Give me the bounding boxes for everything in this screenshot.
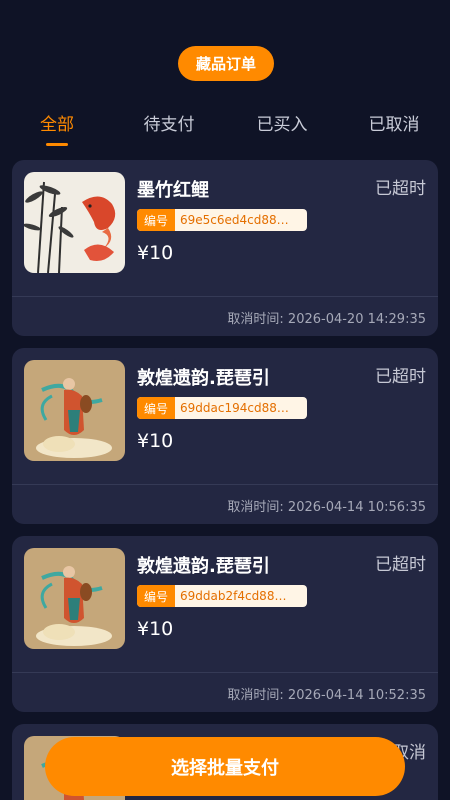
orders-page: 藏品订单 全部 待支付 已买入 已取消 墨竹红鲤 已超时 编号 69e5c6ed… (0, 0, 450, 800)
code-label: 编号 (137, 209, 175, 231)
code-value: 69e5c6ed4cd88… (180, 213, 289, 227)
order-title: 墨竹红鲤 (137, 180, 209, 201)
order-status: 已超时 (375, 555, 426, 575)
code-value: 69ddab2f4cd88… (180, 589, 287, 603)
order-code-tag: 编号 69e5c6ed4cd88… (137, 209, 307, 231)
tab-all[interactable]: 全部 (38, 108, 76, 136)
koi-bamboo-painting-icon (24, 172, 125, 273)
tab-purchased[interactable]: 已买入 (254, 108, 310, 136)
order-price: ¥10 (137, 618, 174, 640)
dunhuang-flying-apsara-icon (24, 548, 125, 649)
order-status: 已超时 (375, 367, 426, 387)
active-tab-underline (46, 143, 68, 146)
order-title: 敦煌遗韵.琵琶引 (137, 556, 270, 577)
order-status: 已超时 (375, 179, 426, 199)
cancel-time: 取消时间: 2026-04-14 10:56:35 (227, 500, 426, 515)
dunhuang-flying-apsara-icon (24, 360, 125, 461)
tab-cancelled[interactable]: 已取消 (366, 108, 422, 136)
code-label: 编号 (137, 397, 175, 419)
card-divider (12, 296, 438, 297)
page-title: 藏品订单 (178, 46, 274, 81)
tab-pending-payment[interactable]: 待支付 (141, 108, 197, 136)
batch-pay-button[interactable]: 选择批量支付 (45, 737, 405, 796)
cancel-time: 取消时间: 2026-04-20 14:29:35 (227, 312, 426, 327)
code-label: 编号 (137, 585, 175, 607)
code-value: 69ddac194cd88… (180, 401, 289, 415)
cancel-time: 取消时间: 2026-04-14 10:52:35 (227, 688, 426, 703)
card-divider (12, 484, 438, 485)
card-divider (12, 672, 438, 673)
order-code-tag: 编号 69ddab2f4cd88… (137, 585, 307, 607)
order-card[interactable]: 墨竹红鲤 已超时 编号 69e5c6ed4cd88… ¥10 取消时间: 202… (12, 160, 438, 336)
order-code-tag: 编号 69ddac194cd88… (137, 397, 307, 419)
order-title: 敦煌遗韵.琵琶引 (137, 368, 270, 389)
order-price: ¥10 (137, 242, 174, 264)
order-card[interactable]: 敦煌遗韵.琵琶引 已超时 编号 69ddac194cd88… ¥10 取消时间:… (12, 348, 438, 524)
tab-bar: 全部 待支付 已买入 已取消 (0, 108, 450, 148)
order-price: ¥10 (137, 430, 174, 452)
order-card[interactable]: 敦煌遗韵.琵琶引 已超时 编号 69ddab2f4cd88… ¥10 取消时间:… (12, 536, 438, 712)
